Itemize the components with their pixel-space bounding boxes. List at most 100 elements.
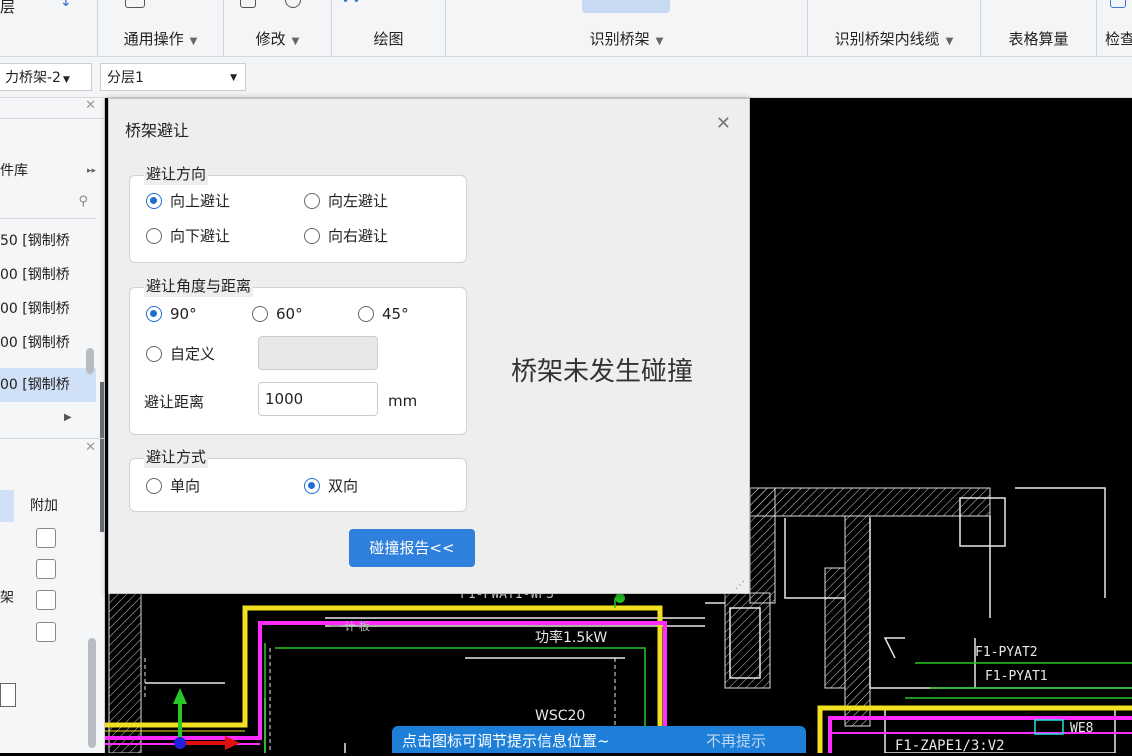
attr-checkbox[interactable] [36, 559, 56, 579]
ribbon-group-label: 表格算量 [1008, 30, 1069, 48]
cad-label-bottom: F1-ZAPE1/3:V2 [895, 738, 1005, 753]
radio-custom[interactable]: 自定义 [146, 343, 215, 365]
chevron-down-icon: ▼ [230, 73, 237, 83]
ribbon-group-identify-cable[interactable]: 识别桥架内线缆 ▼ [808, 24, 980, 54]
chevron-right-icon[interactable]: ▶ [64, 412, 72, 423]
expand-icon[interactable]: ▸▸ [87, 154, 96, 188]
ribbon-group-general[interactable]: 通用操作 ▼ [98, 24, 223, 54]
radio-60[interactable]: 60° [252, 303, 303, 325]
ribbon-group-label: 识别桥架内线缆 [834, 30, 940, 48]
prop-row-label: 架 [0, 590, 14, 606]
radio-icon [146, 478, 162, 494]
radio-icon [304, 228, 320, 244]
toast-dismiss-button[interactable]: 不再提示 [706, 726, 766, 756]
distance-unit: mm [388, 392, 418, 410]
collision-report-button[interactable]: 碰撞报告<< [349, 529, 475, 567]
component-type-select[interactable]: 力桥架-2 ▼ [0, 63, 92, 91]
general-tool-icon[interactable] [125, 0, 145, 8]
radio-down[interactable]: 向下避让 [146, 225, 230, 247]
library-row[interactable]: 00 [钢制桥 [0, 326, 96, 360]
resize-grip-icon[interactable]: ⋰ [735, 580, 745, 591]
dialog-title: 桥架避让 [125, 121, 190, 140]
value-input[interactable] [0, 683, 16, 707]
angle-distance-group: 避让角度与距离 90° 60° 45° 自定义 避让距离 1000 mm [129, 275, 467, 435]
props-header: 附加 [22, 490, 96, 522]
distance-label: 避让距离 [144, 393, 205, 411]
tip-toast: 点击图标可调节提示信息位置~ 不再提示 [392, 726, 806, 753]
floor-value: 分层1 [107, 70, 144, 86]
arrow-down-icon[interactable]: ↓ [60, 0, 72, 10]
props-scrollbar[interactable] [88, 638, 96, 748]
radio-icon [252, 306, 268, 322]
mode-group: 避让方式 单向 双向 [129, 446, 467, 512]
library-search[interactable]: ⚲ [0, 188, 96, 219]
attr-checkbox[interactable] [36, 622, 56, 642]
edit-tool-icon[interactable] [240, 0, 256, 8]
radio-selected-icon [304, 478, 320, 494]
chevron-down-icon: ▼ [291, 36, 300, 47]
ribbon-group-label: 通用操作 [123, 30, 184, 48]
ribbon-group-check[interactable]: 检查 [1097, 24, 1132, 54]
ribbon-group-modify[interactable]: 修改 ▼ [224, 24, 331, 54]
ribbon-partial-label: 层 [0, 0, 16, 16]
direction-legend: 避让方向 [144, 163, 209, 185]
search-icon[interactable]: ⚲ [78, 194, 88, 209]
radio-one-way[interactable]: 单向 [146, 475, 200, 497]
ribbon-group-table-calc[interactable]: 表格算量 [981, 24, 1096, 54]
ribbon-group-identify-tray[interactable]: 识别桥架 ▼ [446, 24, 807, 54]
left-panel: ✕ 件库 ▸▸ ⚲ 50 [钢制桥 00 [钢制桥 00 [钢制桥 00 [钢制… [0, 98, 105, 753]
radio-90[interactable]: 90° [146, 303, 197, 325]
close-icon[interactable]: ✕ [85, 440, 96, 455]
radio-right[interactable]: 向右避让 [304, 225, 388, 247]
cad-label-wall: 一 计 板 [330, 619, 370, 633]
direction-group: 避让方向 向上避让 向左避让 向下避让 向右避让 [129, 163, 467, 263]
ribbon-group-label: 检查 [1105, 30, 1132, 48]
radio-left[interactable]: 向左避让 [304, 190, 388, 212]
library-row-selected[interactable]: 00 [钢制桥 [0, 368, 96, 402]
circle-tool-icon[interactable] [285, 0, 301, 8]
ribbon-group-label: 绘图 [373, 30, 404, 48]
library-row[interactable]: 00 [钢制桥 [0, 292, 96, 326]
props-header-selected [0, 490, 14, 522]
close-icon[interactable]: ✕ [85, 98, 96, 113]
ribbon-group-draw[interactable]: 绘图 [332, 24, 445, 54]
library-row[interactable]: 00 [钢制桥 [0, 258, 96, 292]
draw-point-icon[interactable]: • • [342, 0, 360, 8]
library-scrollbar[interactable] [86, 348, 94, 374]
floor-select[interactable]: 分层1 ▼ [100, 63, 246, 91]
library-row[interactable]: 50 [钢制桥 [0, 224, 96, 258]
library-label: 件库 [0, 163, 28, 179]
radio-icon [146, 346, 162, 362]
mode-legend: 避让方式 [144, 446, 209, 468]
identify-tray-icon-highlight[interactable] [582, 0, 670, 13]
radio-selected-icon [146, 306, 162, 322]
chevron-down-icon: ▼ [655, 36, 664, 47]
check-tool-icon[interactable] [1110, 0, 1126, 8]
cad-label-tag2: F1-PYAT1 [985, 669, 1048, 684]
cad-label-pipe: WSC20 [535, 708, 585, 724]
close-icon[interactable]: ✕ [716, 113, 731, 134]
tray-avoidance-dialog: 桥架避让 ✕ 避让方向 向上避让 向左避让 向下避让 向右避让 避让角度与距离 … [108, 98, 750, 594]
radio-icon [304, 193, 320, 209]
toast-message[interactable]: 点击图标可调节提示信息位置~ [402, 726, 610, 756]
distance-input[interactable]: 1000 [258, 382, 378, 416]
chevron-down-icon: ▼ [189, 36, 198, 47]
chevron-down-icon: ▼ [62, 75, 70, 85]
props-header-label: 附加 [30, 498, 58, 514]
component-selector-bar: 力桥架-2 ▼ 分层1 ▼ [0, 57, 1132, 98]
attr-checkbox[interactable] [36, 590, 56, 610]
panel-splitter[interactable] [100, 382, 104, 532]
cad-label-we: WE8 [1070, 721, 1093, 736]
component-library-header[interactable]: 件库 ▸▸ [0, 154, 96, 188]
custom-angle-input[interactable] [258, 336, 378, 370]
radio-up[interactable]: 向上避让 [146, 190, 230, 212]
attr-checkbox[interactable] [36, 528, 56, 548]
radio-two-way[interactable]: 双向 [304, 475, 358, 497]
radio-icon [146, 228, 162, 244]
angle-legend: 避让角度与距离 [144, 275, 254, 297]
ribbon-group-label: 识别桥架 [589, 30, 650, 48]
cad-label-power: 功率1.5kW [535, 629, 607, 646]
ribbon-toolbar: 层 ↓ • • 通用操作 ▼ 修改 ▼ 绘图 识别桥架 ▼ 识别桥架内线缆 ▼ 表格算量… [0, 0, 1132, 57]
radio-selected-icon [146, 193, 162, 209]
radio-45[interactable]: 45° [358, 303, 409, 325]
